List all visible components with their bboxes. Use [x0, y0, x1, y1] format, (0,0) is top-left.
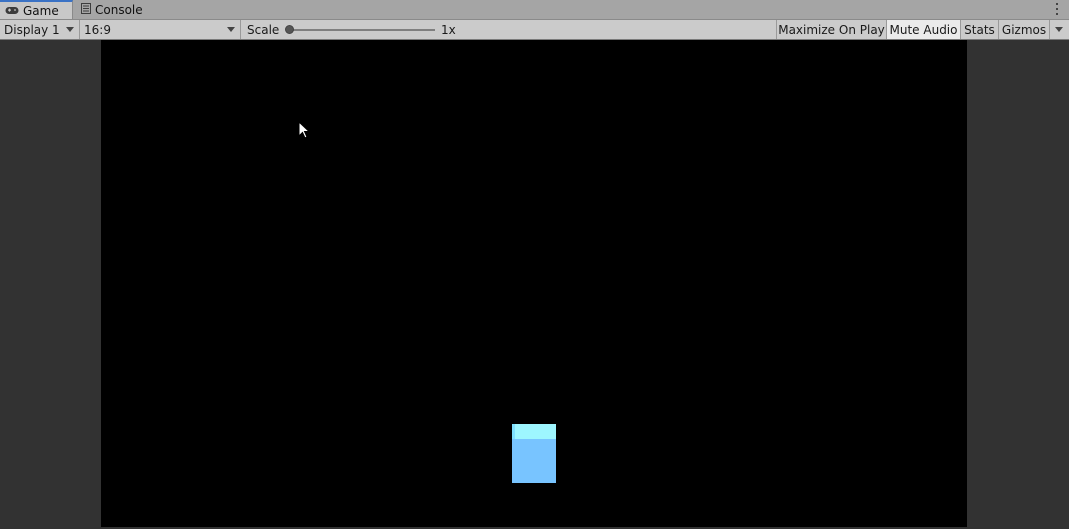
game-viewport[interactable] [101, 40, 967, 527]
tab-console[interactable]: Console [76, 0, 156, 19]
gizmos-dropdown[interactable] [1049, 20, 1069, 39]
tab-console-label: Console [95, 2, 143, 17]
cube-top-face [512, 424, 556, 439]
cube-front-face [512, 439, 556, 483]
display-dropdown[interactable]: Display 1 [0, 20, 80, 39]
tab-bar: Game Console [0, 0, 1069, 20]
console-icon [81, 2, 91, 17]
scale-slider-track[interactable] [289, 29, 435, 31]
scale-slider-handle[interactable] [285, 25, 294, 34]
mouse-cursor-icon [298, 120, 311, 142]
chevron-down-icon [66, 27, 74, 32]
display-dropdown-value: Display 1 [4, 22, 60, 37]
scale-value: 1x [441, 22, 456, 37]
scale-label: Scale [247, 22, 280, 37]
gizmos-button[interactable]: Gizmos [998, 20, 1049, 39]
aspect-dropdown[interactable]: 16:9 [80, 20, 241, 39]
maximize-on-play-button[interactable]: Maximize On Play [776, 20, 886, 39]
aspect-dropdown-value: 16:9 [84, 22, 111, 37]
stats-button[interactable]: Stats [960, 20, 998, 39]
chevron-down-icon [1055, 27, 1063, 32]
chevron-down-icon [227, 27, 235, 32]
tab-game[interactable]: Game [0, 0, 73, 19]
more-options-icon[interactable] [1056, 3, 1059, 15]
mute-audio-button[interactable]: Mute Audio [886, 20, 960, 39]
tab-game-label: Game [23, 3, 59, 18]
gamepad-icon [5, 4, 19, 18]
